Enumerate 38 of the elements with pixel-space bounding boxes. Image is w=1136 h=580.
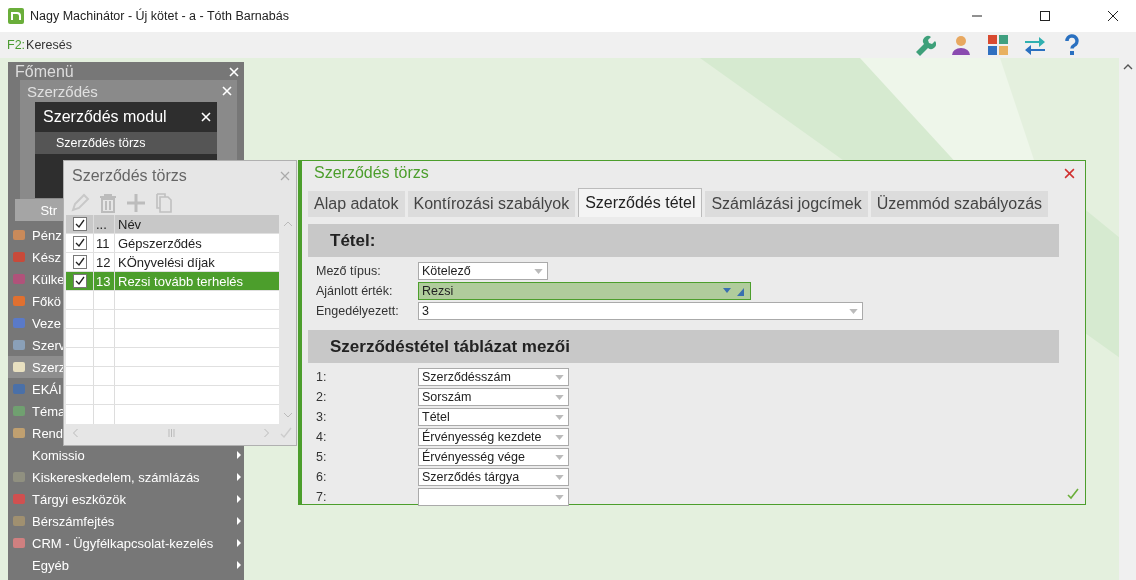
panel-title: Főmenü (15, 63, 74, 81)
menu-item-label: Tárgyi eszközök (32, 491, 126, 507)
field-label: Ajánlott érték: (316, 284, 394, 298)
field-label: 3: (316, 410, 328, 424)
table-cell: 11 (94, 234, 115, 252)
field-label: 6: (316, 470, 328, 484)
table-cell-text: Rezsi tovább terhelés (117, 272, 244, 290)
table-cell: 13 (94, 272, 115, 290)
panel-title: Szerződés (27, 82, 98, 100)
menu-item-label: Kész (32, 249, 61, 265)
window-title: Szerződés törzs (314, 164, 429, 182)
menu-item-label: CRM - Ügyfélkapcsolat-kezelés (32, 535, 214, 551)
menu-item-label: Veze (32, 315, 61, 331)
field-label: 5: (316, 450, 328, 464)
table-cell-text: KÖnyvelési díjak (117, 253, 216, 271)
field-label: Engedélyezett: (316, 304, 400, 318)
menu-item-label: Bérszámfejtés (32, 513, 115, 529)
menu-item-label: Szerz (32, 359, 66, 375)
menu-item-label: Főkö (32, 293, 61, 309)
menu-item-label: Pénz (32, 227, 62, 243)
section-header: Szerződéstétel táblázat mezői (308, 330, 1059, 363)
window-title: Nagy Machinátor - Új kötet - a - Tóth Barnabás (30, 9, 289, 23)
menu-item-label: Egyéb (32, 557, 69, 573)
menu-item-label: Rend (32, 425, 64, 441)
menu-item-label: Külke (32, 271, 65, 287)
section-header: Tétel: (308, 224, 1059, 257)
menu-item-label: Komissio (32, 447, 85, 463)
table-cell-text: Gépszerződés (117, 234, 203, 252)
field-label: 2: (316, 390, 328, 404)
field-label: 1: (316, 370, 328, 384)
field-label: 4: (316, 430, 328, 444)
table-cell: 12 (94, 253, 115, 271)
menu-item-label: Kiskereskedelem, számlázás (32, 469, 200, 485)
menu-item-label: EKÁI (32, 381, 62, 397)
field-label: 7: (316, 490, 328, 504)
panel-title: Szerződés modul (43, 108, 167, 126)
field-label: Mező típus: (316, 264, 382, 278)
window-title: Szerződés törzs (72, 167, 187, 185)
